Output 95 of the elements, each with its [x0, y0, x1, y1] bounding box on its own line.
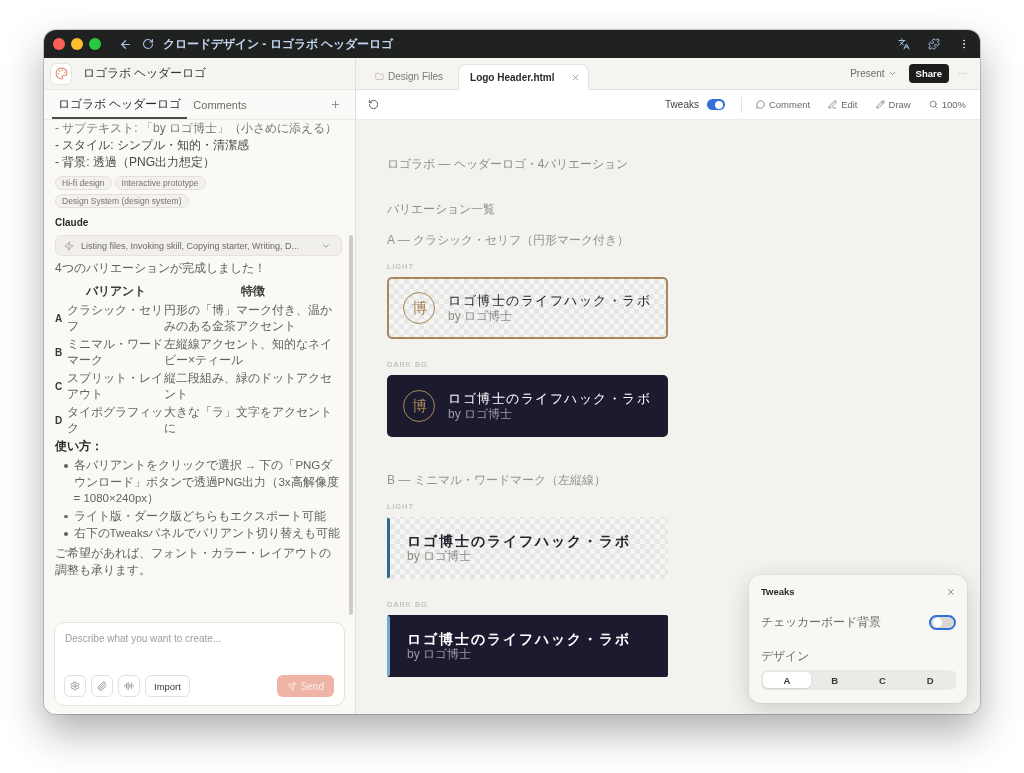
brief-line: - 背景: 透過（PNG出力想定） — [55, 154, 216, 171]
palette-icon — [50, 62, 72, 85]
logo-preview-card[interactable]: 博 ロゴ博士のライフハック・ラボ by ロゴ博士 — [387, 277, 668, 339]
file-tab[interactable]: Design Files — [368, 64, 451, 89]
table-cell-text: 左縦線アクセント、知的なネイビー×ティール — [164, 336, 333, 369]
toolbar-button[interactable]: Draw — [875, 99, 911, 110]
column-header: バリアント — [84, 283, 147, 300]
window-title: クロードデザイン - ロゴラボ ヘッダーロゴ — [163, 35, 393, 53]
logo-byline: by ロゴ博士 — [407, 647, 471, 662]
table-cell-text: 大きな「ラ」文字をアクセントに — [164, 404, 333, 437]
list-item-text: 右下のTweaksパネルでバリアント切り替えも可能 — [73, 526, 341, 541]
reload-icon[interactable] — [142, 38, 154, 50]
waveform-icon — [124, 681, 134, 691]
message-composer[interactable]: Describe what you want to create... Import Send — [54, 622, 345, 706]
list-item-text: ライト版・ダーク版どちらもエクスポート可能 — [73, 508, 326, 524]
message-text: ご希望があれば、フォント・カラー・レイアウトの調整も承ります。 — [55, 544, 332, 579]
table-cell-text: クラシック・セリフ — [67, 302, 164, 335]
toolbar-button[interactable]: Comment — [755, 99, 811, 110]
share-button[interactable]: Share — [908, 64, 949, 83]
tag: Hi-fi design — [55, 176, 112, 190]
table-cell-text: タイポグラフィック — [67, 404, 164, 437]
bolt-icon — [64, 240, 74, 251]
column-header: 特徴 — [240, 283, 266, 300]
logo-byline: by ロゴ博士 — [448, 406, 512, 421]
translate-icon[interactable] — [898, 38, 910, 50]
chat-tab[interactable]: ロゴラボ ヘッダーロゴ — [52, 90, 188, 119]
close-icon[interactable] — [946, 586, 956, 597]
brief-line: - サブテキスト: 「by ロゴ博士」（小さめに添える） — [55, 120, 338, 137]
tag: Design System (design system) — [55, 194, 189, 208]
send-icon — [286, 681, 296, 691]
logo-name: ロゴ博士のライフハック・ラボ — [448, 293, 651, 309]
section-heading: 使い方： — [55, 439, 104, 454]
design-option[interactable]: C — [858, 672, 907, 688]
variant-heading: B — ミニマル・ワードマーク（左縦線） — [387, 472, 607, 488]
author-name: Claude — [55, 216, 90, 230]
bullet-icon — [64, 532, 68, 536]
tweaks-toggle[interactable] — [706, 99, 725, 110]
table-cell-text: スプリット・レイアウト — [67, 370, 164, 403]
logo-preview-card[interactable]: 博 ロゴ博士のライフハック・ラボ by ロゴ博士 — [387, 375, 668, 437]
folder-icon — [375, 72, 384, 81]
checkerboard-toggle[interactable] — [929, 615, 956, 630]
comment-icon — [755, 100, 765, 109]
back-arrow-icon[interactable] — [119, 37, 132, 51]
design-option[interactable]: B — [810, 672, 859, 688]
list-item-text: 各バリアントをクリックで選択 → 下の「PNGダウンロード」ボタンで透過PNG出力（3x高解像度 = 1080×240px） — [73, 458, 340, 506]
section-title: バリエーション一覧 — [387, 201, 496, 217]
logo-name: ロゴ博士のライフハック・ラボ — [407, 630, 631, 648]
file-tab[interactable]: Logo Header.html — [458, 64, 590, 90]
reload-icon[interactable] — [368, 99, 379, 110]
present-button[interactable]: Present — [850, 68, 897, 79]
settings-icon — [70, 681, 80, 691]
puzzle-icon[interactable] — [928, 38, 940, 50]
page-title: ロゴラボ — ヘッダーロゴ・4バリエーション — [387, 156, 630, 172]
window-maximize-icon[interactable] — [89, 38, 101, 50]
design-option[interactable]: A — [763, 672, 811, 688]
table-cell-text: 円形の「博」マーク付き、温かみのある金茶アクセント — [164, 302, 333, 335]
chevron-down-icon — [887, 69, 897, 78]
message-text: 4つのバリエーションが完成しました！ — [55, 260, 267, 277]
logo-preview-card[interactable]: ロゴ博士のライフハック・ラボ by ロゴ博士 — [387, 517, 668, 579]
plus-icon[interactable] — [330, 99, 341, 110]
table-cell-text: B — [55, 346, 64, 358]
logo-name: ロゴ博士のライフハック・ラボ — [448, 391, 651, 407]
logo-byline: by ロゴ博士 — [448, 308, 512, 323]
table-cell-text: 縦二段組み、緑のドットアクセント — [164, 370, 333, 403]
bullet-icon — [64, 464, 68, 468]
toolbar-button[interactable]: 100% — [928, 99, 966, 110]
window-minimize-icon[interactable] — [71, 38, 83, 50]
logo-byline: by ロゴ博士 — [407, 549, 471, 564]
chat-tab[interactable]: Comments — [187, 90, 253, 119]
tag: Interactive prototype — [114, 176, 206, 190]
setting-label: デザイン — [761, 648, 809, 665]
pencil-icon — [875, 100, 885, 109]
table-cell-text: A — [55, 312, 64, 324]
window-close-icon[interactable] — [53, 38, 65, 50]
table-cell-text: D — [55, 414, 64, 426]
panel-title: Tweaks — [761, 586, 795, 597]
search-icon — [928, 100, 938, 109]
scrollbar-thumb[interactable] — [349, 235, 353, 615]
logo-name: ロゴ博士のライフハック・ラボ — [407, 532, 631, 550]
bullet-icon — [64, 514, 68, 518]
paperclip-icon — [97, 681, 107, 691]
logo-preview-card[interactable]: ロゴ博士のライフハック・ラボ by ロゴ博士 — [387, 615, 668, 677]
import-button[interactable]: Import — [145, 675, 190, 697]
prompt-input[interactable]: Describe what you want to create... — [64, 631, 334, 675]
brief-line: - スタイル: シンプル・知的・清潔感 — [55, 137, 250, 154]
pen-icon — [828, 100, 838, 109]
tool-summary-button[interactable]: Listing files, Invoking skill, Copying starter, Writing, D... — [55, 235, 342, 256]
setting-label: チェッカーボード背景 — [761, 614, 881, 631]
table-cell-text: C — [55, 380, 64, 392]
tweaks-label: Tweaks — [665, 99, 699, 110]
variant-heading: A — クラシック・セリフ（円形マーク付き） — [387, 232, 630, 248]
toolbar-button[interactable]: Edit — [828, 99, 858, 110]
table-cell-text: ミニマル・ワードマーク — [67, 336, 164, 369]
design-option[interactable]: D — [906, 672, 954, 688]
project-title: ロゴラボ ヘッダーロゴ — [83, 65, 207, 82]
